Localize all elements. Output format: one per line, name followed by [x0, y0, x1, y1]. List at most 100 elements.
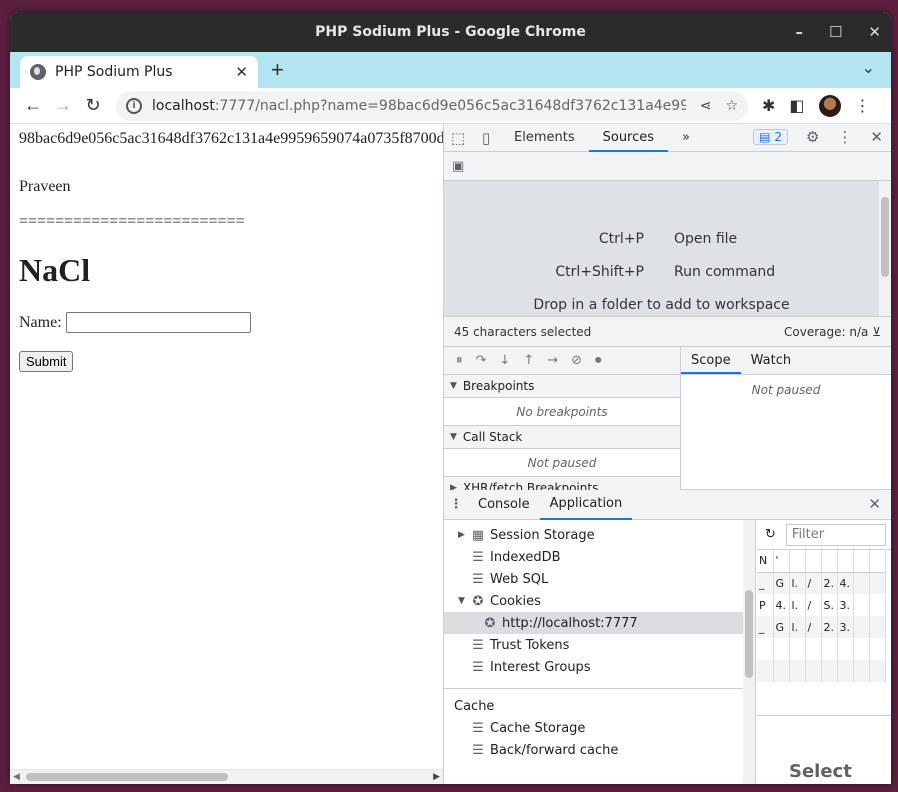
tree-scrollbar[interactable] — [743, 520, 755, 784]
devtools-panel: ⬚ ▯ Elements Sources » ▤ 2 ⚙ ⋮ ✕ ▣ Ctrl+… — [443, 124, 891, 784]
scope-empty: Not paused — [751, 383, 821, 397]
browser-content: 98bac6d9e056c5ac31648df3762c131a4e995965… — [10, 124, 891, 784]
tree-item-trust-tokens[interactable]: ☰ Trust Tokens — [444, 634, 755, 656]
close-tab-icon[interactable]: ✕ — [235, 63, 248, 81]
site-info-icon[interactable]: i — [126, 97, 142, 114]
column-header[interactable] — [805, 550, 822, 573]
column-header[interactable] — [853, 550, 870, 573]
grid-icon: ▦ — [471, 527, 485, 543]
inspect-element-icon[interactable]: ⬚ — [444, 129, 472, 147]
scroll-right-icon[interactable]: ▶ — [433, 771, 440, 782]
callstack-header[interactable]: ▼ Call Stack — [444, 426, 680, 449]
cookies-table: N ' _ Gl./2. 4. P 4. l. / S. 3. _ Gl. / … — [757, 550, 891, 695]
tree-item-cookie-origin[interactable]: ✪ http://localhost:7777 — [444, 612, 755, 634]
column-header[interactable] — [869, 550, 886, 573]
table-cell: 3. — [837, 594, 854, 616]
refresh-icon[interactable]: ↻ — [765, 527, 776, 542]
collapse-triangle-icon[interactable]: ▼ — [458, 596, 468, 606]
step-into-icon[interactable]: ↓ — [499, 353, 510, 368]
cookies-grid-pane: ↻ Filter N ' _ Gl./2. 4. P 4. l. / S. 3.… — [757, 520, 891, 784]
side-panel-icon[interactable]: ◧ — [789, 96, 804, 116]
column-header[interactable]: N — [757, 550, 774, 573]
filter-input[interactable]: Filter — [785, 523, 886, 546]
extensions-puzzle-icon[interactable]: ✱ — [762, 96, 775, 116]
column-header[interactable] — [789, 550, 806, 573]
column-header[interactable] — [837, 550, 854, 573]
tab-elements[interactable]: Elements — [500, 124, 589, 152]
step-over-icon[interactable]: ↷ — [476, 353, 487, 368]
close-devtools-icon[interactable]: ✕ — [870, 128, 883, 146]
name-input[interactable] — [65, 312, 251, 333]
tab-scope[interactable]: Scope — [681, 347, 741, 374]
table-row[interactable]: P 4. l. / S. 3. — [757, 594, 886, 616]
reload-icon[interactable]: ↻ — [78, 95, 108, 116]
deactivate-breakpoints-icon[interactable]: ⊘ — [571, 353, 582, 368]
forward-arrow-icon[interactable]: → — [48, 95, 78, 116]
settings-gear-icon[interactable]: ⚙ — [806, 128, 819, 146]
submit-button[interactable]: Submit — [19, 351, 74, 372]
tree-item-label: Back/forward cache — [490, 742, 619, 758]
table-row[interactable]: _ Gl./2. 4. — [757, 572, 886, 594]
column-header[interactable] — [821, 550, 838, 573]
address-bar[interactable]: i localhost:7777/nacl.php?name=98bac6d9e… — [116, 90, 748, 121]
scrollbar-thumb[interactable] — [745, 590, 753, 678]
table-cell: S. — [821, 594, 838, 616]
drawer-menu-icon[interactable]: ⋮ — [444, 497, 468, 512]
pause-icon[interactable]: ⏸ — [456, 353, 463, 368]
tree-item-websql[interactable]: ☰ Web SQL — [444, 568, 755, 590]
profile-avatar[interactable] — [818, 94, 841, 117]
tree-item-interest-groups[interactable]: ☰ Interest Groups — [444, 656, 755, 678]
menu-kebab-icon[interactable]: ⋮ — [855, 96, 871, 116]
table-cell: l. — [789, 616, 806, 638]
tab-sources[interactable]: Sources — [588, 124, 669, 152]
browser-tab[interactable]: PHP Sodium Plus ✕ — [20, 56, 258, 88]
scroll-left-icon[interactable]: ◀ — [13, 771, 20, 782]
tree-item-indexeddb[interactable]: ☰ IndexedDB — [444, 546, 755, 568]
coverage-toggle-icon[interactable]: ⊻ — [872, 325, 881, 339]
table-row[interactable]: _ Gl./2. 3. — [757, 616, 886, 638]
issues-badge[interactable]: ▤ 2 — [753, 129, 788, 145]
tree-item-session-storage[interactable]: ▶ ▦ Session Storage — [444, 524, 755, 546]
column-header[interactable]: ' — [773, 550, 790, 573]
close-window-button[interactable]: ✕ — [868, 23, 881, 41]
cookie-icon: ✪ — [484, 615, 496, 631]
show-navigator-icon[interactable]: ▣ — [452, 159, 464, 174]
application-tree: ▶ ▦ Session Storage ☰ IndexedDB ☰ Web SQL ▼ ✪… — [444, 520, 756, 784]
maximize-button[interactable]: ☐ — [829, 23, 842, 41]
devtools-menu-icon[interactable]: ⋮ — [837, 128, 852, 146]
back-arrow-icon[interactable]: ← — [18, 95, 48, 116]
editor-scrollbar[interactable] — [879, 181, 891, 316]
cookie-detail-pane: Select — [757, 715, 891, 784]
globe-icon — [30, 64, 46, 80]
debugger-sidebar: ⏸ ↷ ↓ ↑ → ⊘ ⏺ ▼ Breakpoints No breakpoint… — [444, 347, 681, 500]
share-icon[interactable]: ⋖ — [700, 98, 712, 114]
tab-search-chevron-icon[interactable]: ⌄ — [862, 58, 875, 78]
tree-divider — [444, 688, 755, 689]
breakpoints-header[interactable]: ▼ Breakpoints — [444, 375, 680, 398]
close-drawer-icon[interactable]: ✕ — [868, 495, 881, 513]
tab-console[interactable]: Console — [468, 490, 540, 519]
new-tab-button[interactable]: + — [271, 57, 284, 83]
tree-item-cookies[interactable]: ▼ ✪ Cookies — [444, 590, 755, 612]
cookie-icon: ✪ — [472, 593, 484, 609]
tab-application[interactable]: Application — [539, 489, 633, 520]
step-out-icon[interactable]: ↑ — [523, 353, 534, 368]
tree-item-cache-storage[interactable]: ☰ Cache Storage — [444, 717, 755, 739]
minimize-button[interactable]: – — [795, 23, 803, 41]
expand-triangle-icon[interactable]: ▶ — [458, 530, 468, 540]
debugger-toolbar: ⏸ ↷ ↓ ↑ → ⊘ ⏺ — [444, 347, 680, 375]
pause-on-exceptions-icon[interactable]: ⏺ — [595, 353, 602, 368]
more-tabs-icon[interactable]: » — [668, 124, 704, 152]
device-toolbar-icon[interactable]: ▯ — [472, 129, 500, 147]
drawer-tabbar: ⋮ Console Application ✕ — [444, 490, 891, 520]
tab-watch[interactable]: Watch — [741, 347, 801, 374]
bookmark-star-icon[interactable]: ☆ — [725, 98, 738, 114]
tree-item-bfcache[interactable]: ☰ Back/forward cache — [444, 739, 755, 761]
tree-item-label: Interest Groups — [490, 659, 591, 675]
window-controls: – ☐ ✕ — [795, 12, 881, 52]
separator-line: ========================= — [19, 213, 245, 230]
page-horizontal-scrollbar[interactable]: ◀ ▶ — [10, 769, 443, 784]
scrollbar-thumb[interactable] — [881, 197, 889, 277]
step-icon[interactable]: → — [547, 353, 558, 368]
scrollbar-thumb[interactable] — [26, 773, 228, 781]
